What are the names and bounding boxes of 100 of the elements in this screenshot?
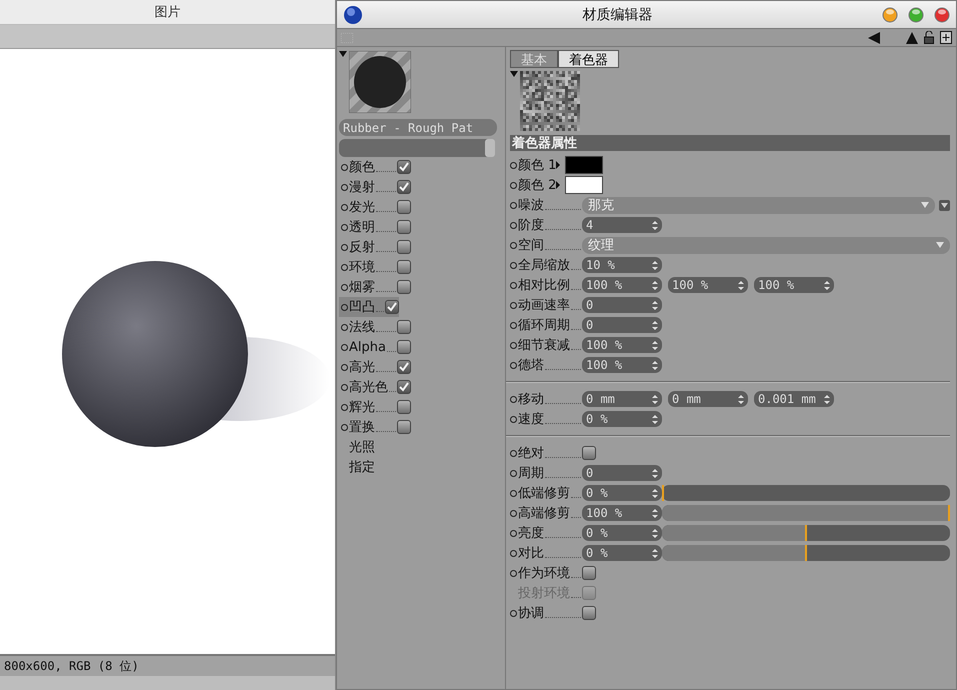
channel-item[interactable]: 发光 <box>339 197 505 217</box>
number-field[interactable]: 0 % <box>582 485 662 501</box>
checkbox[interactable] <box>397 360 411 374</box>
number-field[interactable]: 10 % <box>582 257 662 273</box>
channel-item[interactable]: 凹凸 <box>339 297 399 317</box>
channel-item[interactable]: 辉光 <box>339 397 505 417</box>
checkbox[interactable] <box>397 400 411 414</box>
app-logo-icon <box>343 4 363 24</box>
channel-item[interactable]: 法线 <box>339 317 505 337</box>
channel-item[interactable]: 高光 <box>339 357 505 377</box>
dropdown-arrow-icon[interactable] <box>339 51 347 57</box>
checkbox[interactable] <box>385 300 399 314</box>
spinner-icon[interactable] <box>652 300 658 310</box>
chevron-icon[interactable] <box>921 202 929 208</box>
spinner-icon[interactable] <box>652 280 658 290</box>
checkbox[interactable] <box>397 240 411 254</box>
checkbox[interactable] <box>582 446 596 460</box>
number-field[interactable]: 0 % <box>582 411 662 427</box>
bullet-icon <box>510 262 517 268</box>
scroll-bar[interactable] <box>339 139 495 157</box>
number-field[interactable]: 0 % <box>582 525 662 541</box>
number-field[interactable]: 0 mm <box>668 391 748 407</box>
param-label: 高端修剪 <box>518 505 570 522</box>
channel-item[interactable]: 光照 <box>339 437 505 457</box>
maximize-button[interactable] <box>908 6 924 22</box>
dropdown-arrow-icon[interactable] <box>510 71 518 77</box>
spinner-icon[interactable] <box>738 394 744 404</box>
slider[interactable] <box>662 545 950 561</box>
spinner-icon[interactable] <box>652 260 658 270</box>
bullet-icon <box>510 302 517 308</box>
checkbox[interactable] <box>397 340 411 354</box>
slider[interactable] <box>662 505 950 521</box>
number-field[interactable]: 100 % <box>668 277 748 293</box>
color-swatch[interactable] <box>565 156 604 174</box>
channel-item[interactable]: 环境 <box>339 257 505 277</box>
number-field[interactable]: 100 % <box>582 277 662 293</box>
spinner-icon[interactable] <box>652 340 658 350</box>
new-window-icon[interactable] <box>940 31 952 44</box>
checkbox[interactable] <box>397 420 411 434</box>
number-field[interactable]: 0 <box>582 317 662 333</box>
number-field[interactable]: 4 <box>582 217 662 233</box>
number-field[interactable]: 0 % <box>582 545 662 561</box>
number-field[interactable]: 0.001 mm <box>754 391 834 407</box>
close-button[interactable] <box>934 6 950 22</box>
checkbox[interactable] <box>397 160 411 174</box>
number-field[interactable]: 100 % <box>582 337 662 353</box>
checkbox[interactable] <box>397 180 411 194</box>
checkbox[interactable] <box>582 566 596 580</box>
channel-item[interactable]: 反射 <box>339 237 505 257</box>
expand-arrow-icon[interactable] <box>554 181 562 189</box>
number-field[interactable]: 100 % <box>754 277 834 293</box>
tab[interactable]: 基本 <box>510 50 558 68</box>
spinner-icon[interactable] <box>738 280 744 290</box>
back-arrow-icon[interactable] <box>868 32 880 44</box>
spinner-icon[interactable] <box>652 488 658 498</box>
slider[interactable] <box>662 525 950 541</box>
spinner-icon[interactable] <box>824 280 830 290</box>
spinner-icon[interactable] <box>652 508 658 518</box>
number-field[interactable]: 0 <box>582 465 662 481</box>
expand-arrow-icon[interactable] <box>554 161 562 169</box>
checkbox[interactable] <box>397 220 411 234</box>
checkbox[interactable] <box>397 280 411 294</box>
section-header: 着色器属性 <box>510 135 950 151</box>
number-field[interactable]: 100 % <box>582 505 662 521</box>
dropdown[interactable]: 那克 <box>582 196 935 214</box>
channel-item[interactable]: 烟雾 <box>339 277 505 297</box>
slider[interactable] <box>662 485 950 501</box>
spinner-icon[interactable] <box>652 414 658 424</box>
channel-item[interactable]: 透明 <box>339 217 505 237</box>
minimize-button[interactable] <box>882 6 898 22</box>
checkbox[interactable] <box>397 200 411 214</box>
channel-item[interactable]: 高光色 <box>339 377 505 397</box>
up-arrow-icon[interactable] <box>906 32 918 44</box>
checkbox[interactable] <box>397 320 411 334</box>
spinner-icon[interactable] <box>652 394 658 404</box>
channel-item[interactable]: 颜色 <box>339 157 505 177</box>
spinner-icon[interactable] <box>652 528 658 538</box>
number-field[interactable]: 0 mm <box>582 391 662 407</box>
lock-icon[interactable] <box>924 31 934 44</box>
number-field[interactable]: 100 % <box>582 357 662 373</box>
menu-icon[interactable] <box>939 200 950 210</box>
checkbox[interactable] <box>582 606 596 620</box>
channel-item[interactable]: Alpha <box>339 337 505 357</box>
spinner-icon[interactable] <box>652 320 658 330</box>
spinner-icon[interactable] <box>652 220 658 230</box>
number-field[interactable]: 0 <box>582 297 662 313</box>
tab[interactable]: 着色器 <box>558 50 619 68</box>
color-swatch[interactable] <box>565 176 604 194</box>
spinner-icon[interactable] <box>824 394 830 404</box>
chevron-icon[interactable] <box>936 242 944 248</box>
spinner-icon[interactable] <box>652 548 658 558</box>
checkbox[interactable] <box>397 380 411 394</box>
material-name-field[interactable]: Rubber - Rough Pat <box>339 119 497 136</box>
spinner-icon[interactable] <box>652 468 658 478</box>
channel-item[interactable]: 漫射 <box>339 177 505 197</box>
checkbox[interactable] <box>397 260 411 274</box>
channel-item[interactable]: 置换 <box>339 417 505 437</box>
dropdown[interactable]: 纹理 <box>582 236 950 254</box>
spinner-icon[interactable] <box>652 360 658 370</box>
channel-item[interactable]: 指定 <box>339 457 505 477</box>
